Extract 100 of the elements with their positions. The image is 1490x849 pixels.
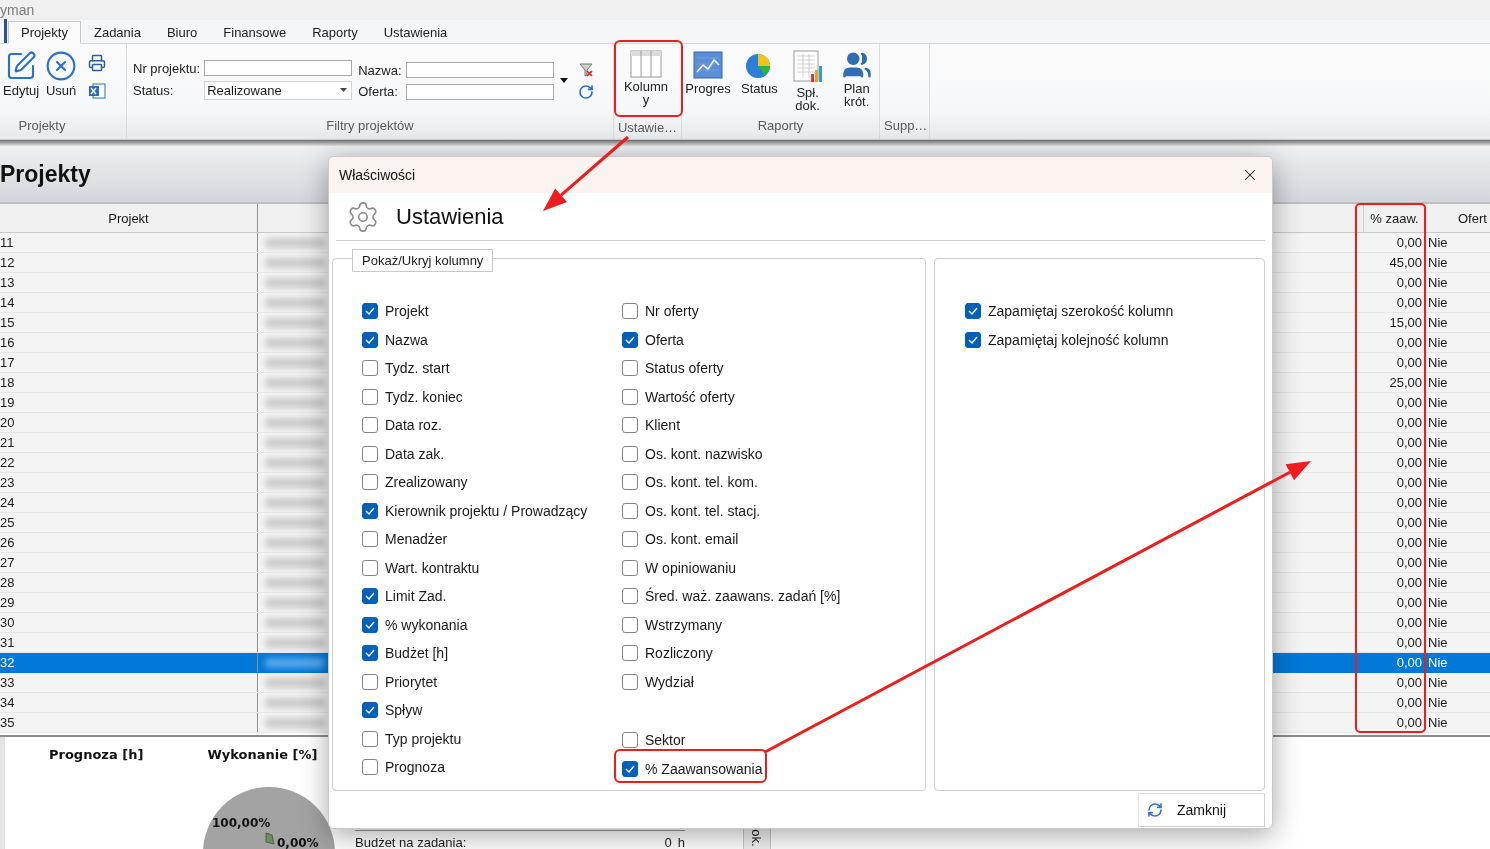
checkbox[interactable]: [362, 559, 378, 576]
table-cell: 31: [0, 633, 258, 652]
ribbon-tab[interactable]: Biuro: [153, 21, 211, 44]
field-label: Nazwa:: [358, 62, 402, 78]
checkbox[interactable]: [622, 445, 638, 462]
checkbox-label: Nr oferty: [645, 303, 699, 320]
report-button[interactable]: Spł. dok.: [786, 48, 829, 114]
checkbox[interactable]: [622, 417, 638, 434]
checkbox[interactable]: [622, 331, 638, 348]
checkbox-label: Klient: [645, 417, 681, 434]
checkbox[interactable]: [622, 645, 638, 662]
checkbox[interactable]: [362, 445, 378, 462]
table-cell: 15: [0, 313, 258, 332]
dropdown-arrow-icon[interactable]: [559, 77, 568, 83]
checkbox[interactable]: [362, 388, 378, 405]
checkbox[interactable]: [362, 645, 378, 662]
checkbox-label: Limit Zad.: [385, 588, 447, 605]
checkbox[interactable]: [362, 303, 378, 320]
table-cell-text: 0,00: [1395, 414, 1423, 432]
checkbox-label: Projekt: [385, 303, 429, 320]
ribbon-tab[interactable]: Projekty: [8, 21, 81, 44]
ribbon-tab[interactable]: Raporty: [299, 21, 371, 44]
checkbox[interactable]: [362, 759, 378, 776]
table-cell-text: Nie: [1427, 674, 1449, 692]
blurred-text: [265, 337, 325, 348]
checkbox[interactable]: [622, 760, 638, 777]
data-label: 100,00%: [212, 816, 271, 830]
table-cell-text: 0,00: [1395, 654, 1423, 672]
checkbox[interactable]: [362, 360, 378, 377]
checkbox[interactable]: [622, 673, 638, 690]
ribbon-tab[interactable]: Ustawienia: [370, 21, 461, 44]
input-field[interactable]: [405, 62, 554, 79]
checkbox[interactable]: [362, 417, 378, 434]
people-icon: [841, 50, 872, 80]
checkbox[interactable]: [622, 360, 638, 377]
spreadsheet-icon[interactable]: [88, 82, 107, 100]
table-cell-text: Nie: [1427, 434, 1449, 452]
checkbox[interactable]: [622, 502, 638, 519]
checkbox[interactable]: [622, 388, 638, 405]
edit-button[interactable]: Edytuj: [0, 48, 43, 99]
dropdown[interactable]: Realizowane: [204, 80, 353, 100]
table-cell: 32: [0, 653, 258, 672]
checkbox[interactable]: [362, 673, 378, 690]
checkbox[interactable]: [362, 331, 378, 348]
checkbox[interactable]: [362, 702, 378, 719]
report-button[interactable]: Status: [738, 48, 781, 97]
table-cell: 14: [0, 293, 258, 312]
checkbox[interactable]: [622, 474, 638, 491]
checkbox[interactable]: [622, 303, 638, 320]
refresh-icon[interactable]: [577, 84, 594, 100]
report-button[interactable]: Plan krót.: [834, 48, 879, 110]
columns-button[interactable]: Kolumny: [618, 48, 674, 108]
checkbox[interactable]: [965, 331, 981, 348]
ribbon-tab[interactable]: Finansowe: [210, 21, 300, 44]
field-value: 0: [664, 835, 672, 849]
checkbox-label: Prognoza: [385, 759, 445, 776]
clear-filter-icon[interactable]: [577, 62, 594, 78]
table-cell-text: Nie: [1427, 454, 1449, 472]
column-header[interactable]: % zaaw.: [1363, 204, 1425, 232]
checkbox[interactable]: [362, 730, 378, 747]
table-cell-text: Nie: [1427, 414, 1449, 432]
checkbox[interactable]: [622, 616, 638, 633]
line-chart-icon: [693, 50, 723, 80]
refresh-icon: [1147, 802, 1163, 818]
checkbox[interactable]: [362, 474, 378, 491]
table-cell: 27: [0, 553, 258, 572]
checkbox[interactable]: [362, 502, 378, 519]
chart-title: Prognoza [h]: [49, 747, 144, 764]
checkbox[interactable]: [622, 588, 638, 605]
checkbox[interactable]: [622, 559, 638, 576]
ribbon-tab[interactable]: Zadania: [80, 21, 154, 44]
close-circle-icon: [45, 50, 78, 82]
table-cell-text: 0,00: [1395, 614, 1423, 632]
delete-button[interactable]: Usuń: [42, 48, 81, 99]
checkbox[interactable]: [362, 588, 378, 605]
check-icon: [365, 649, 375, 658]
table-cell-text: 0,00: [1395, 674, 1423, 692]
checkbox-label: Śred. waż. zaawans. zadań [%]: [645, 588, 841, 605]
print-icon[interactable]: [88, 54, 107, 72]
group-label: Pokaż/Ukryj kolumny: [352, 249, 494, 272]
close-button[interactable]: Zamknij: [1138, 793, 1265, 827]
input-field[interactable]: [405, 83, 554, 100]
table-cell-text: Nie: [1427, 514, 1449, 532]
column-header[interactable]: Ofert: [1425, 204, 1490, 232]
check-icon: [968, 335, 978, 344]
checkbox-label: Menadżer: [385, 531, 448, 548]
checkbox[interactable]: [965, 303, 981, 320]
group-label: Filtry projektów: [325, 118, 415, 133]
report-button[interactable]: Progres: [684, 48, 732, 97]
table-cell-text: Nie: [1427, 694, 1449, 712]
blurred-text: [265, 317, 325, 328]
table-cell: 26: [0, 533, 258, 552]
checkbox[interactable]: [362, 531, 378, 548]
checkbox[interactable]: [622, 732, 638, 749]
table-cell-text: Nie: [1427, 654, 1449, 672]
checkbox[interactable]: [362, 616, 378, 633]
table-cell-text: Nie: [1427, 494, 1449, 512]
input-field[interactable]: [204, 60, 353, 77]
checkbox[interactable]: [622, 531, 638, 548]
column-header[interactable]: Projekt: [0, 204, 258, 232]
